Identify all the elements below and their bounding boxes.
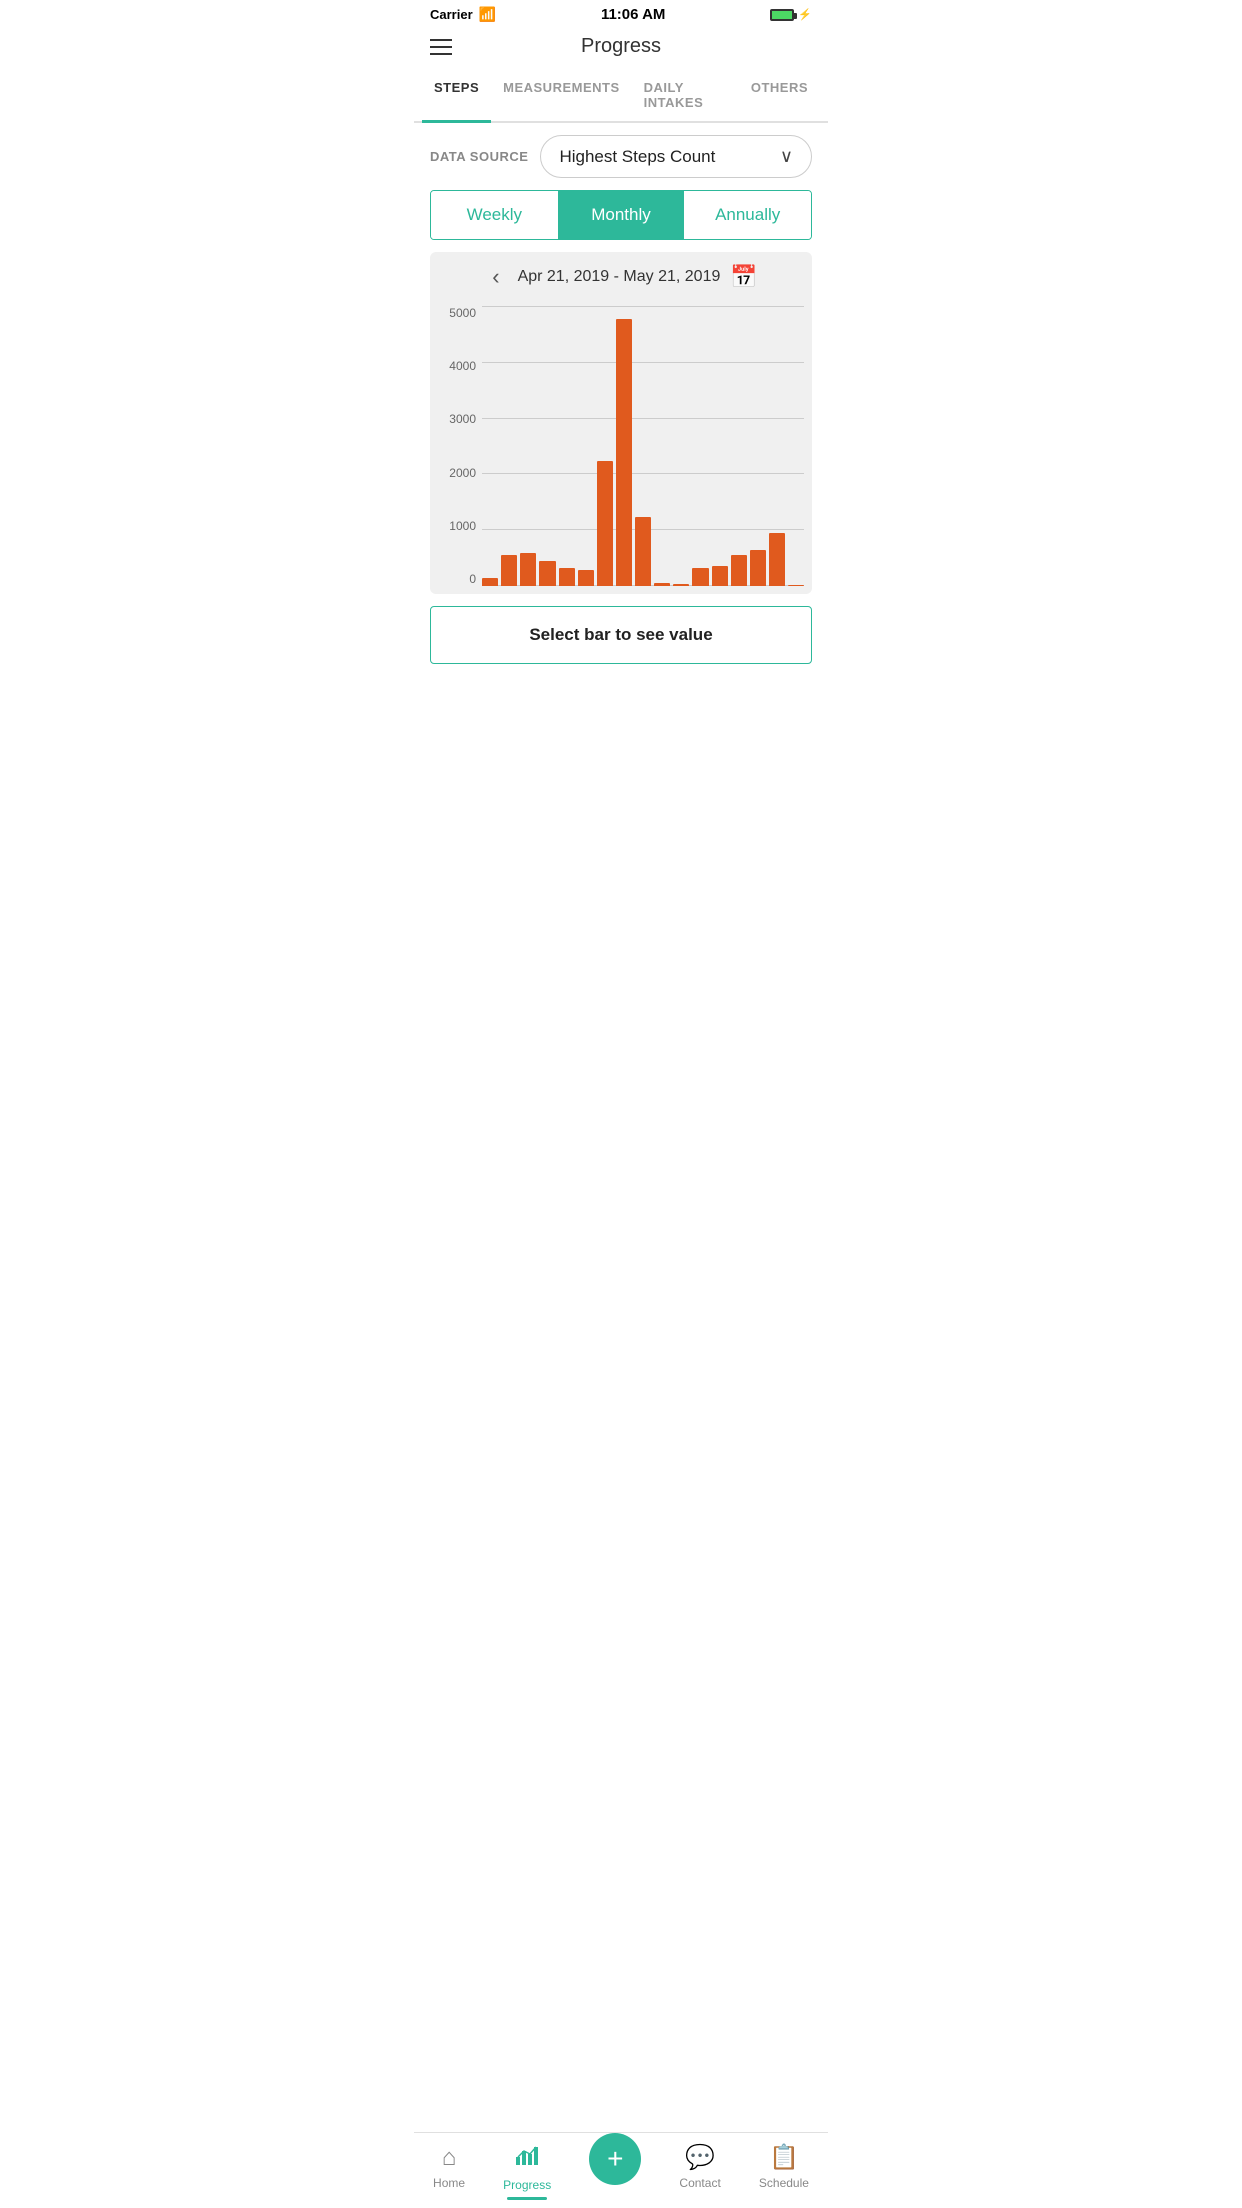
bottom-nav: ⌂ Home Progress + 💬 Contact 📋 Schedule xyxy=(414,2132,828,2208)
contact-icon: 💬 xyxy=(685,2143,715,2172)
wifi-icon: 📶 xyxy=(479,6,496,23)
battery-icon xyxy=(770,9,794,21)
bar-d8[interactable] xyxy=(616,319,632,586)
y-label-3000: 3000 xyxy=(438,412,476,426)
bar-d5[interactable] xyxy=(559,568,575,586)
bars-area xyxy=(482,306,804,586)
nav-schedule-label: Schedule xyxy=(759,2176,809,2190)
tab-steps[interactable]: STEPS xyxy=(422,70,491,123)
bar-d12[interactable] xyxy=(692,568,708,586)
home-icon: ⌂ xyxy=(442,2144,457,2172)
bar-d9[interactable] xyxy=(635,517,651,586)
select-bar-message: Select bar to see value xyxy=(430,606,812,664)
chart-header: ‹ Apr 21, 2019 - May 21, 2019 📅 xyxy=(438,264,804,290)
bar-d13[interactable] xyxy=(712,566,728,586)
y-label-4000: 4000 xyxy=(438,359,476,373)
calendar-icon[interactable]: 📅 xyxy=(730,264,757,290)
bar-d10[interactable] xyxy=(654,583,670,586)
schedule-icon: 📋 xyxy=(769,2143,799,2172)
tab-daily-intakes[interactable]: DAILY INTAKES xyxy=(632,70,739,123)
chart-container: ‹ Apr 21, 2019 - May 21, 2019 📅 0 1000 2… xyxy=(430,252,812,594)
bar-d11[interactable] xyxy=(673,584,689,586)
top-tab-bar: STEPS MEASUREMENTS DAILY INTAKES OTHERS xyxy=(414,70,828,123)
bar-d15[interactable] xyxy=(750,550,766,586)
status-right: ⚡ xyxy=(770,8,812,21)
period-tab-monthly[interactable]: Monthly xyxy=(558,191,685,239)
chevron-down-icon: ∨ xyxy=(780,146,793,167)
y-label-5000: 5000 xyxy=(438,306,476,320)
status-left: Carrier 📶 xyxy=(430,6,496,23)
tab-measurements[interactable]: MEASUREMENTS xyxy=(491,70,632,123)
progress-icon xyxy=(514,2141,540,2174)
bar-d4[interactable] xyxy=(539,561,555,586)
period-tab-annually[interactable]: Annually xyxy=(684,191,811,239)
data-source-label: DATA SOURCE xyxy=(430,149,528,164)
data-source-value: Highest Steps Count xyxy=(559,147,715,167)
carrier-label: Carrier xyxy=(430,7,473,22)
bar-d6[interactable] xyxy=(578,570,594,586)
nav-home[interactable]: ⌂ Home xyxy=(433,2144,465,2190)
y-axis: 0 1000 2000 3000 4000 5000 xyxy=(438,306,482,586)
y-label-0: 0 xyxy=(438,572,476,586)
nav-progress[interactable]: Progress xyxy=(503,2141,551,2192)
y-label-2000: 2000 xyxy=(438,466,476,480)
chart-area: 0 1000 2000 3000 4000 5000 xyxy=(438,306,804,586)
bar-d14[interactable] xyxy=(731,555,747,586)
bar-d16[interactable] xyxy=(769,533,785,586)
nav-home-label: Home xyxy=(433,2176,465,2190)
nav-add-button[interactable]: + xyxy=(589,2133,641,2185)
menu-button[interactable] xyxy=(430,39,452,55)
nav-progress-label: Progress xyxy=(503,2178,551,2192)
chart-date-range: Apr 21, 2019 - May 21, 2019 xyxy=(518,268,721,286)
bar-d2[interactable] xyxy=(501,555,517,586)
status-bar: Carrier 📶 11:06 AM ⚡ xyxy=(414,0,828,27)
header: Progress xyxy=(414,27,828,70)
bar-d17[interactable] xyxy=(788,585,804,586)
page-title: Progress xyxy=(581,35,661,58)
bar-d3[interactable] xyxy=(520,553,536,586)
chart-back-button[interactable]: ‹ xyxy=(484,264,507,290)
bar-d7[interactable] xyxy=(597,461,613,586)
data-source-dropdown[interactable]: Highest Steps Count ∨ xyxy=(540,135,812,178)
nav-contact[interactable]: 💬 Contact xyxy=(679,2143,720,2190)
data-source-row: DATA SOURCE Highest Steps Count ∨ xyxy=(414,123,828,190)
period-tab-bar: Weekly Monthly Annually xyxy=(430,190,812,240)
period-tab-weekly[interactable]: Weekly xyxy=(431,191,558,239)
tab-others[interactable]: OTHERS xyxy=(739,70,820,123)
bolt-icon: ⚡ xyxy=(798,8,812,21)
y-label-1000: 1000 xyxy=(438,519,476,533)
nav-contact-label: Contact xyxy=(679,2176,720,2190)
nav-schedule[interactable]: 📋 Schedule xyxy=(759,2143,809,2190)
status-time: 11:06 AM xyxy=(601,6,665,23)
bar-d1[interactable] xyxy=(482,578,498,586)
